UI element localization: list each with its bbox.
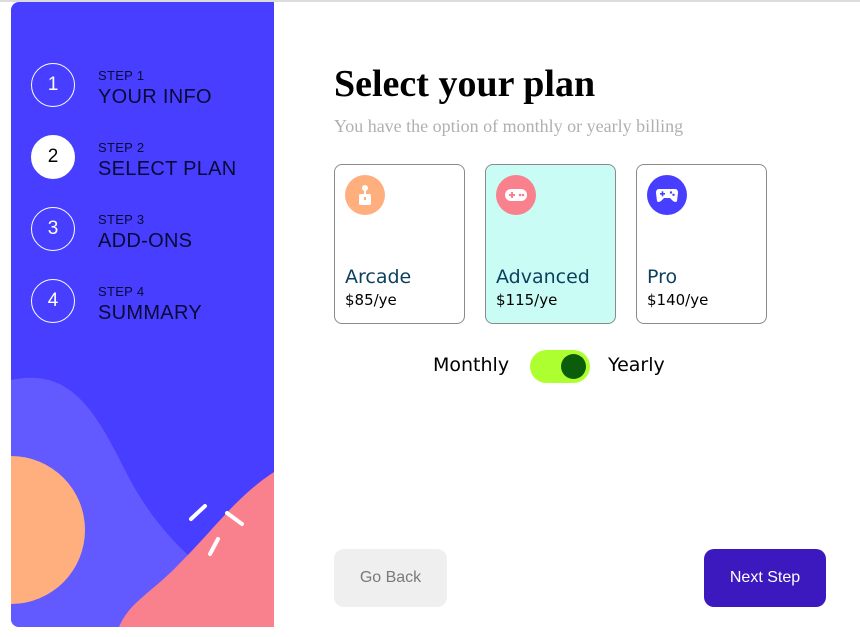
plan-price: $115/ye [496, 291, 558, 309]
plan-name: Arcade [345, 266, 412, 288]
go-back-button[interactable]: Go Back [334, 549, 447, 607]
step-name: SUMMARY [98, 302, 202, 324]
step-name: ADD-ONS [98, 230, 193, 252]
step-name: SELECT PLAN [98, 158, 237, 180]
step-number-circle-active: 2 [31, 135, 75, 179]
step-number-circle: 3 [31, 207, 75, 251]
step-label: STEP 3 [98, 212, 145, 227]
plan-name: Advanced [496, 266, 590, 288]
yearly-label[interactable]: Yearly [608, 354, 665, 376]
monthly-label[interactable]: Monthly [433, 354, 509, 376]
step-label: STEP 2 [98, 140, 145, 155]
page-subtitle: You have the option of monthly or yearly… [334, 116, 684, 136]
advanced-gamepad-icon [496, 175, 536, 215]
sidebar: 1 STEP 1 YOUR INFO 2 STEP 2 SELECT PLAN … [11, 2, 274, 627]
arcade-joystick-icon [345, 175, 385, 215]
step-label: STEP 4 [98, 284, 145, 299]
step-number-circle: 1 [31, 63, 75, 107]
step-name: YOUR INFO [98, 86, 212, 108]
step-number-circle: 4 [31, 279, 75, 323]
plan-card-advanced[interactable]: Advanced $115/ye [485, 164, 616, 324]
plan-price: $85/ye [345, 291, 397, 309]
plan-card-pro[interactable]: Pro $140/ye [636, 164, 767, 324]
plan-card-arcade[interactable]: Arcade $85/ye [334, 164, 465, 324]
plan-name: Pro [647, 266, 678, 288]
step-label: STEP 1 [98, 68, 145, 83]
billing-toggle[interactable] [530, 350, 590, 383]
toggle-knob [561, 354, 586, 379]
pro-controller-icon [647, 175, 687, 215]
page-title: Select your plan [334, 63, 596, 105]
next-step-button[interactable]: Next Step [704, 549, 826, 607]
plan-price: $140/ye [647, 291, 709, 309]
